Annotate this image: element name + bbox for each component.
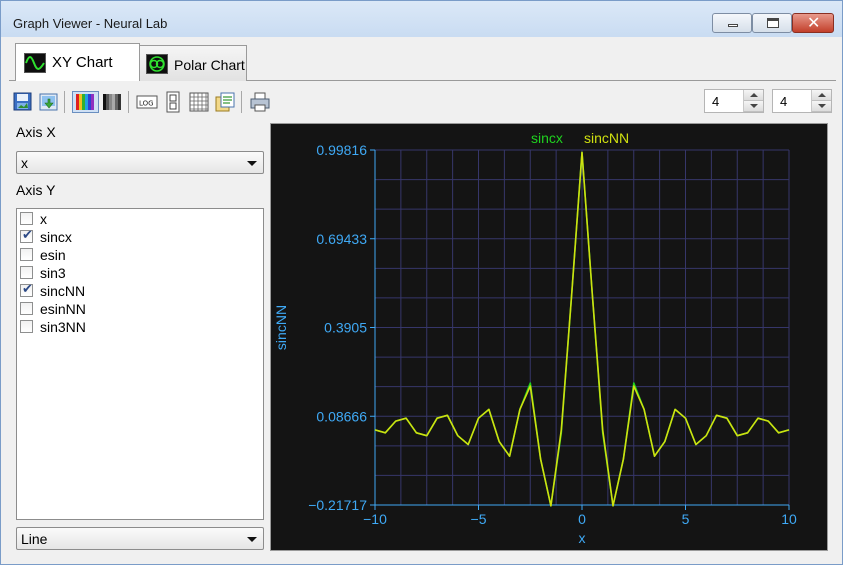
axis-x-select[interactable]: x [16,151,264,174]
xy-chart[interactable]: −0.21717 0.08666 0.3905 0.69433 0.99816 −10 −5… [270,123,828,551]
checkmark-icon: ✔ [22,282,33,297]
color-palette-button[interactable] [72,91,99,113]
print-icon [250,92,270,112]
polar-chart-icon [146,54,168,74]
spin-down-button[interactable] [744,101,763,112]
grid-button[interactable] [188,91,210,113]
list-item-sincnn[interactable]: ✔ sincNN [20,282,260,299]
svg-text:LOG: LOG [139,100,154,108]
chart-tabs: XY Chart Polar Chart [9,37,836,82]
xy-chart-icon [24,53,46,73]
close-icon: ✕ [807,13,821,32]
close-button[interactable]: ✕ [792,13,834,33]
scale-settings-icon [166,91,180,113]
x-tick-label: 5 [682,511,690,527]
axis-y-label: Axis Y [16,182,56,198]
minimize-icon [728,24,738,27]
list-item-label: sincx [40,229,72,245]
y-tick-label: 0.69433 [316,231,367,247]
list-item-label: esinNN [40,301,86,317]
plot-style-select[interactable]: Line [16,527,264,550]
graph-viewer-window: Graph Viewer - Neural Lab ✕ XY Chart Pol… [0,0,843,565]
spin-up-button[interactable] [744,90,763,101]
checkbox[interactable] [20,302,33,315]
x-tick-label: −5 [471,511,487,527]
arrow-up-icon [750,93,758,97]
checkmark-icon: ✔ [22,228,33,243]
arrow-down-icon [818,104,826,108]
window-title: Graph Viewer - Neural Lab [13,16,168,31]
y-tick-label: −0.21717 [308,497,367,513]
axis-x-selected: x [21,155,28,171]
legend-entry: sincx [531,130,563,146]
checkbox[interactable] [20,320,33,333]
list-item-sin3[interactable]: sin3 [20,264,260,281]
toolbar-separator [64,91,65,113]
list-item-label: sin3NN [40,319,86,335]
copy-data-button[interactable] [214,91,236,113]
grid-icon [189,92,209,112]
grid-rows-value[interactable]: 4 [780,94,787,109]
export-button[interactable] [38,91,60,113]
log-scale-icon: LOG [136,95,158,109]
tab-polar-chart[interactable]: Polar Chart [139,45,247,81]
y-axis-label: sincNN [273,305,289,350]
list-item-esin[interactable]: esin [20,246,260,263]
x-tick-label: −10 [363,511,387,527]
arrow-down-icon [750,104,758,108]
list-item-label: sincNN [40,283,86,299]
spin-down-button[interactable] [812,101,831,112]
checkbox[interactable]: ✔ [20,282,33,297]
checkbox[interactable] [20,266,33,279]
scale-settings-button[interactable] [162,91,184,113]
chart-canvas[interactable]: −0.21717 0.08666 0.3905 0.69433 0.99816 −10 −5… [271,124,827,550]
x-axis-label: x [579,530,586,546]
save-image-icon [13,92,32,111]
tab-xy-chart[interactable]: XY Chart [15,43,140,81]
grid-rows-spinner[interactable]: 4 [772,89,832,113]
x-tick-label: 0 [578,511,586,527]
copy-data-icon [215,92,235,112]
toolbar-separator [241,91,242,113]
list-item-label: sin3 [40,265,66,281]
checkbox[interactable]: ✔ [20,228,33,243]
maximize-button[interactable] [752,13,792,33]
grayscale-palette-icon [103,94,121,110]
checkbox[interactable] [20,212,33,225]
save-image-button[interactable] [12,91,34,113]
axis-y-list[interactable]: x ✔ sincx esin sin3 ✔ sincNN esinNN sin3… [16,208,264,520]
chevron-down-icon [247,161,257,166]
log-scale-button[interactable]: LOG [136,91,158,113]
list-item-label: esin [40,247,66,263]
toolbar-separator [128,91,129,113]
export-icon [39,93,58,111]
color-palette-icon [76,94,94,110]
grayscale-palette-button[interactable] [101,91,123,113]
list-item-sincx[interactable]: ✔ sincx [20,228,260,245]
tab-polar-chart-label: Polar Chart [174,57,245,73]
list-item-x[interactable]: x [20,210,260,227]
maximize-icon [767,18,779,28]
list-item-esinnn[interactable]: esinNN [20,300,260,317]
checkbox[interactable] [20,248,33,261]
grid-columns-spinner[interactable]: 4 [704,89,764,113]
axis-x-label: Axis X [16,124,56,140]
print-button[interactable] [249,91,271,113]
legend-entry: sincNN [584,130,629,146]
minimize-button[interactable] [712,13,752,33]
list-item-label: x [40,211,47,227]
toolbar: LOG 4 4 [9,87,836,117]
arrow-up-icon [818,93,826,97]
y-tick-label: 0.99816 [316,142,367,158]
list-item-sin3nn[interactable]: sin3NN [20,318,260,335]
y-tick-label: 0.08666 [316,408,367,424]
spin-up-button[interactable] [812,90,831,101]
plot-style-selected: Line [21,531,48,547]
y-tick-label: 0.3905 [324,320,367,336]
chevron-down-icon [247,537,257,542]
x-tick-label: 10 [781,511,797,527]
tab-xy-chart-label: XY Chart [52,54,113,71]
grid-columns-value[interactable]: 4 [712,94,719,109]
title-bar[interactable]: Graph Viewer - Neural Lab ✕ [1,1,842,37]
